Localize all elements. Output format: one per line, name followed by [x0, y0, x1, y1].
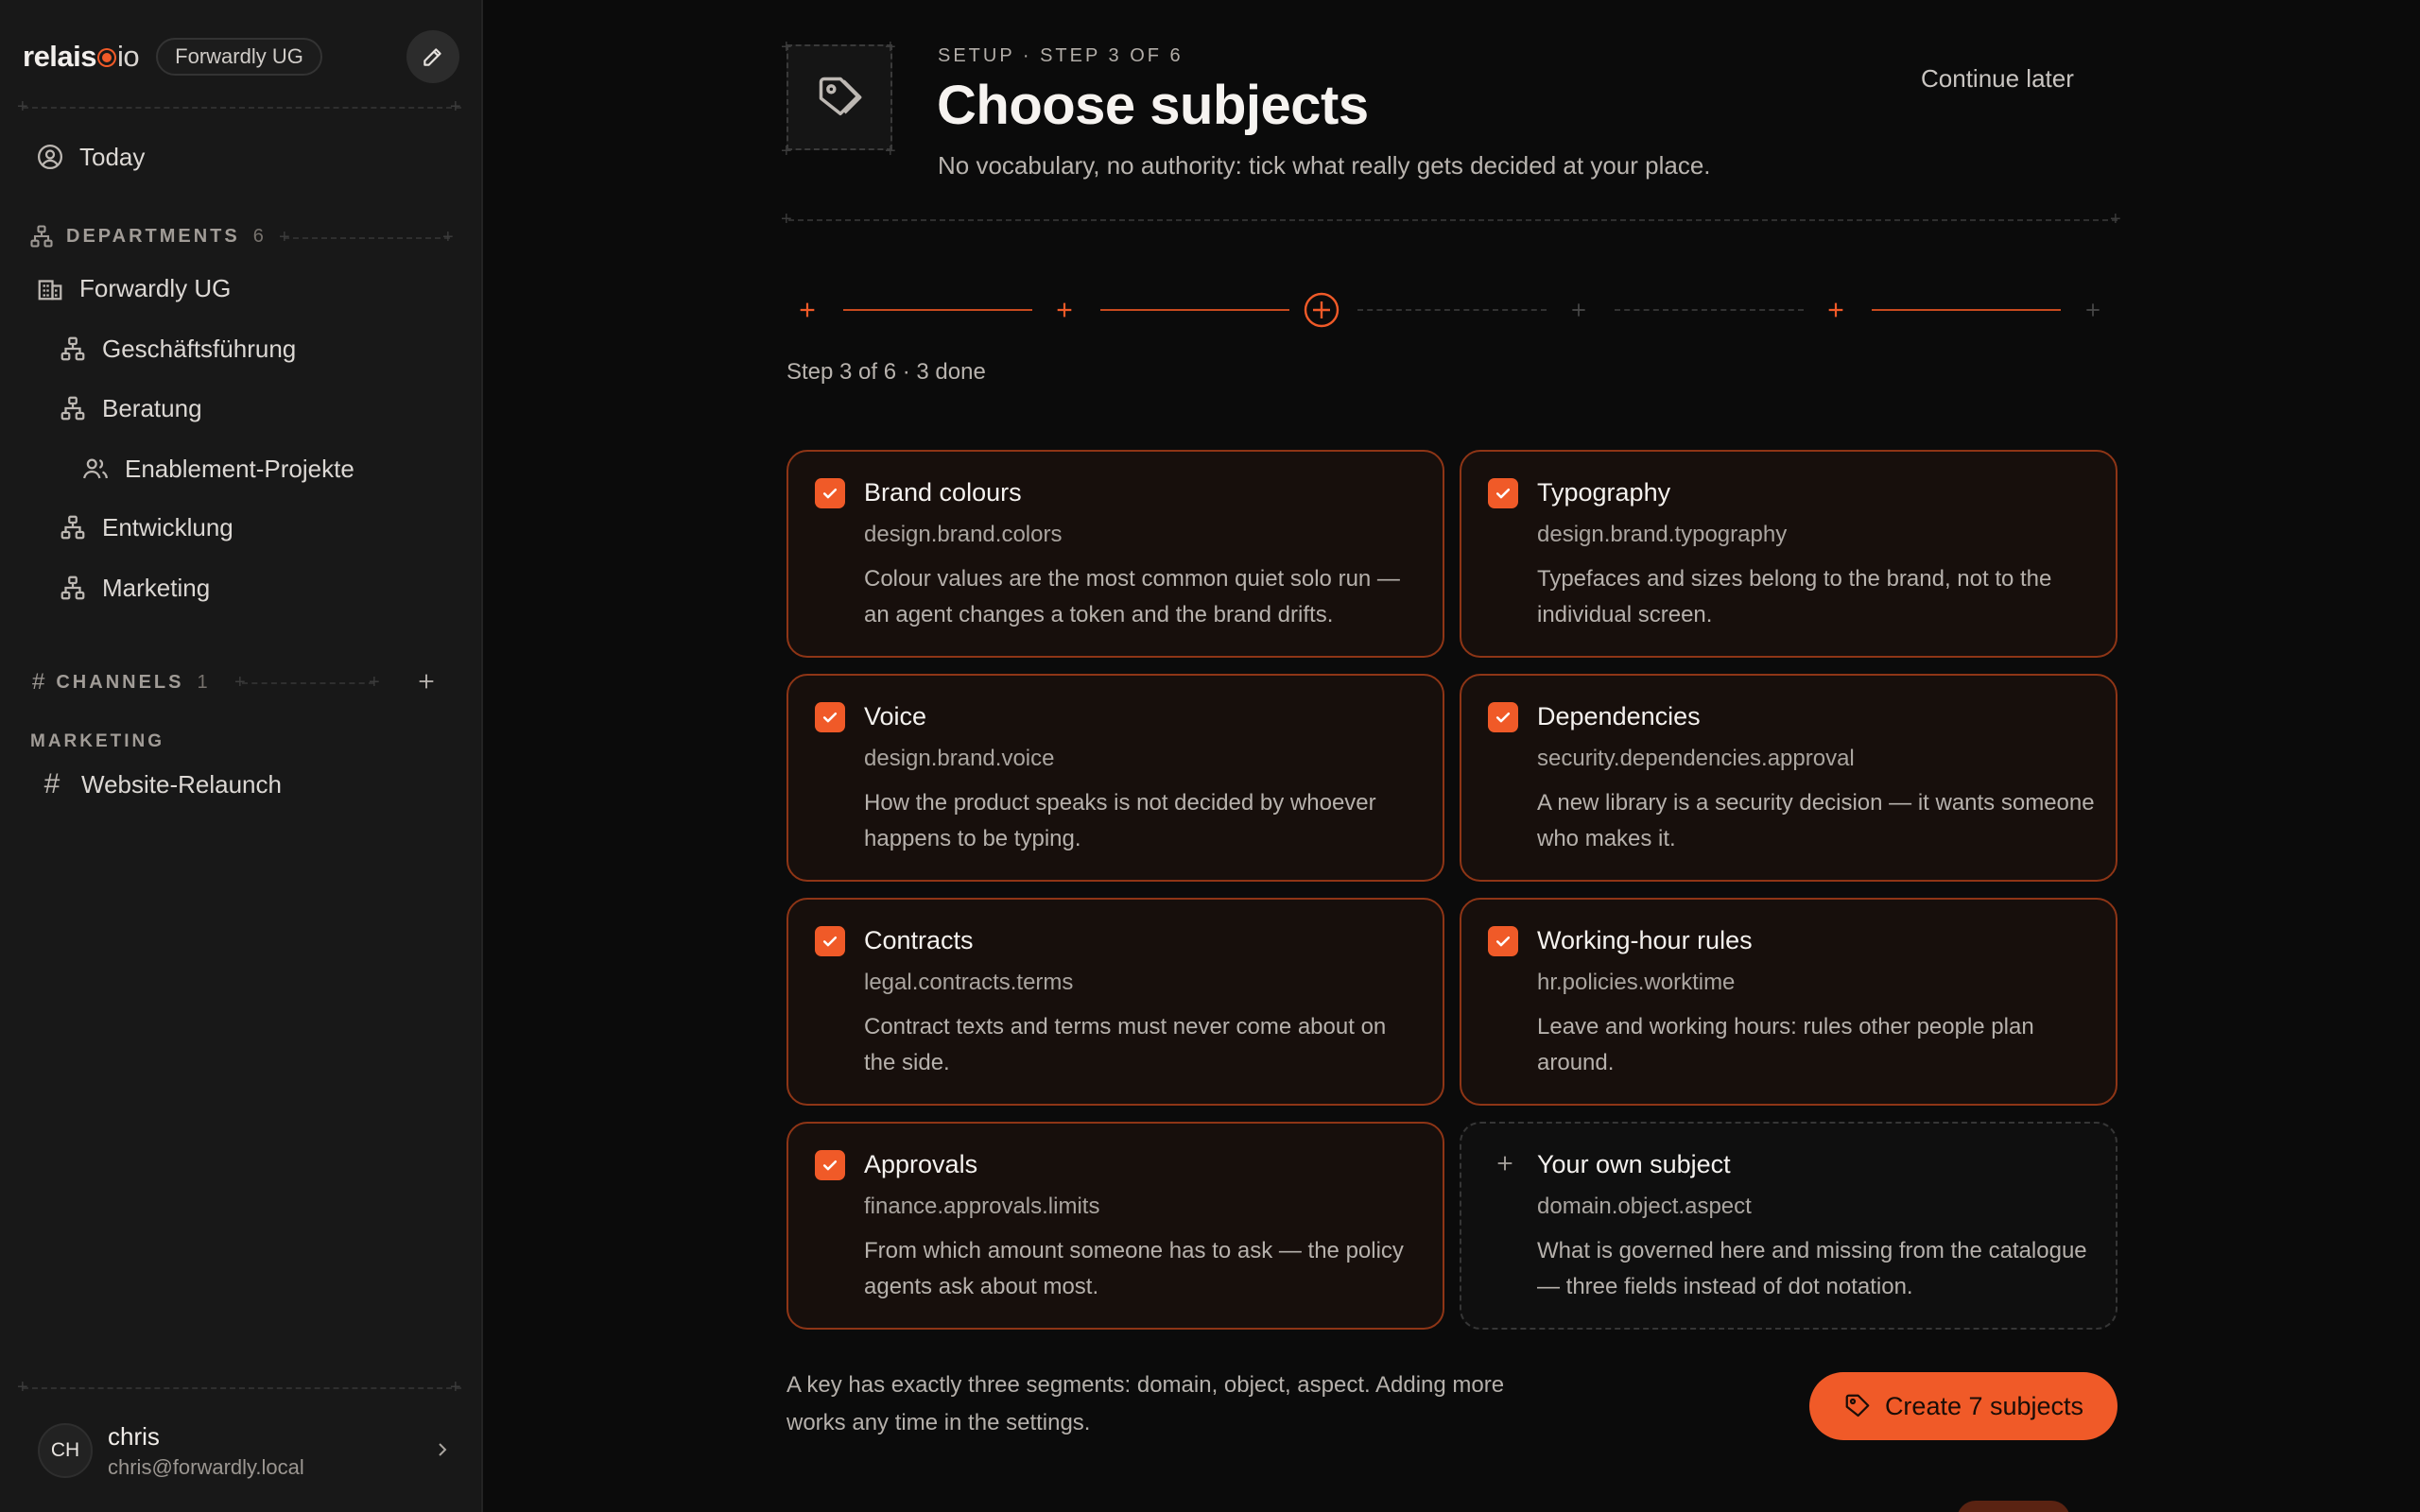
subject-title: Working-hour rules — [1537, 926, 1753, 954]
step-connector — [1872, 309, 2061, 311]
subject-checkbox[interactable] — [1488, 702, 1518, 732]
subject-description: A new library is a security decision — i… — [1537, 790, 2095, 851]
step-1-marker[interactable] — [786, 289, 828, 331]
subject-card-working-hour-rules[interactable]: Working-hour rules hr.policies.worktime … — [1460, 898, 2118, 1106]
subject-checkbox[interactable] — [815, 478, 845, 508]
step-status-text: Step 3 of 6 · 3 done — [786, 359, 986, 385]
step-pending-icon — [1572, 303, 1585, 317]
subject-description: Typefaces and sizes belong to the brand,… — [1537, 566, 2052, 627]
page-subtitle: No vocabulary, no authority: tick what r… — [938, 151, 1711, 180]
corner-tick: + — [885, 37, 896, 58]
plus-icon — [1492, 1150, 1518, 1177]
subject-key: security.dependencies.approval — [1537, 746, 1855, 771]
subject-description: From which amount someone has to ask — t… — [864, 1238, 1404, 1299]
offscreen-button[interactable] — [1957, 1501, 2070, 1512]
step-2-marker[interactable] — [1044, 289, 1085, 331]
subject-description: How the product speaks is not decided by… — [864, 790, 1376, 851]
subject-card-voice[interactable]: Voice design.brand.voice How the product… — [786, 674, 1444, 882]
step-4-marker[interactable] — [1558, 289, 1599, 331]
custom-subject-key: domain.object.aspect — [1537, 1194, 1752, 1219]
page-title: Choose subjects — [937, 75, 1369, 136]
step-connector — [1100, 309, 1289, 311]
subject-title: Typography — [1537, 478, 1671, 507]
step-6-marker[interactable] — [2072, 289, 2114, 331]
subject-key: design.brand.colors — [864, 522, 1063, 547]
divider-tick: + — [2110, 209, 2121, 230]
subject-key: finance.approvals.limits — [864, 1194, 1100, 1219]
step-connector — [843, 309, 1032, 311]
subject-card-dependencies[interactable]: Dependencies security.dependencies.appro… — [1460, 674, 2118, 882]
subject-checkbox[interactable] — [1488, 478, 1518, 508]
step-done-icon — [1057, 302, 1072, 318]
check-icon — [822, 936, 838, 947]
step-done-icon — [1828, 302, 1843, 318]
check-icon — [822, 1160, 838, 1171]
corner-tick: + — [781, 37, 792, 58]
subject-title: Contracts — [864, 926, 974, 954]
setup-step-eyebrow: SETUP · STEP 3 OF 6 — [938, 45, 1184, 66]
subject-card-brand-colours[interactable]: Brand colours design.brand.colors Colour… — [786, 450, 1444, 658]
check-icon — [1495, 936, 1511, 947]
divider-tick: + — [781, 209, 792, 230]
step-3-marker-current[interactable] — [1301, 289, 1342, 331]
subject-card-typography[interactable]: Typography design.brand.typography Typef… — [1460, 450, 2118, 658]
subject-description: Leave and working hours: rules other peo… — [1537, 1014, 2034, 1075]
setup-stepper — [786, 289, 2119, 331]
custom-subject-description: What is governed here and missing from t… — [1537, 1238, 2087, 1299]
step-pending-icon — [2086, 303, 2100, 317]
check-icon — [822, 713, 838, 723]
subject-description: Contract texts and terms must never come… — [864, 1014, 1387, 1075]
check-icon — [1495, 489, 1511, 499]
continue-later-button[interactable]: Continue later — [1921, 64, 2074, 94]
step-done-icon — [800, 302, 815, 318]
subject-title: Voice — [864, 702, 927, 730]
subject-title: Brand colours — [864, 478, 1022, 507]
subject-key: design.brand.voice — [864, 746, 1055, 771]
subject-checkbox[interactable] — [815, 1150, 845, 1180]
main-content: + + + + SETUP · STEP 3 OF 6 Choose subje… — [0, 0, 2420, 1512]
add-custom-subject-card[interactable]: Your own subject domain.object.aspect Wh… — [1460, 1122, 2118, 1330]
step-icon-box — [786, 44, 892, 150]
subject-title: Approvals — [864, 1150, 978, 1178]
custom-subject-title: Your own subject — [1537, 1150, 1731, 1178]
corner-tick: + — [885, 141, 896, 162]
check-icon — [1495, 713, 1511, 723]
header-divider — [788, 219, 2118, 221]
create-subjects-label: Create 7 subjects — [1884, 1391, 2084, 1420]
subject-description: Colour values are the most common quiet … — [864, 566, 1400, 627]
tag-icon — [1845, 1394, 1870, 1418]
subject-checkbox[interactable] — [815, 702, 845, 732]
subject-title: Dependencies — [1537, 702, 1701, 730]
subject-checkbox[interactable] — [815, 926, 845, 956]
subject-card-approvals[interactable]: Approvals finance.approvals.limits From … — [786, 1122, 1444, 1330]
step-connector-pending — [1357, 309, 1547, 311]
step-current-icon — [1304, 292, 1340, 328]
check-icon — [822, 489, 838, 499]
subject-key: hr.policies.worktime — [1537, 970, 1736, 995]
subject-key: design.brand.typography — [1537, 522, 1788, 547]
step-connector-pending — [1615, 309, 1804, 311]
step-5-marker[interactable] — [1815, 289, 1857, 331]
subject-key: legal.contracts.terms — [864, 970, 1074, 995]
tag-icon — [819, 77, 862, 116]
create-subjects-button[interactable]: Create 7 subjects — [1809, 1372, 2118, 1440]
key-format-hint: A key has exactly three segments: domain… — [786, 1372, 1505, 1435]
subject-checkbox[interactable] — [1488, 926, 1518, 956]
subject-card-contracts[interactable]: Contracts legal.contracts.terms Contract… — [786, 898, 1444, 1106]
corner-tick: + — [781, 141, 792, 162]
